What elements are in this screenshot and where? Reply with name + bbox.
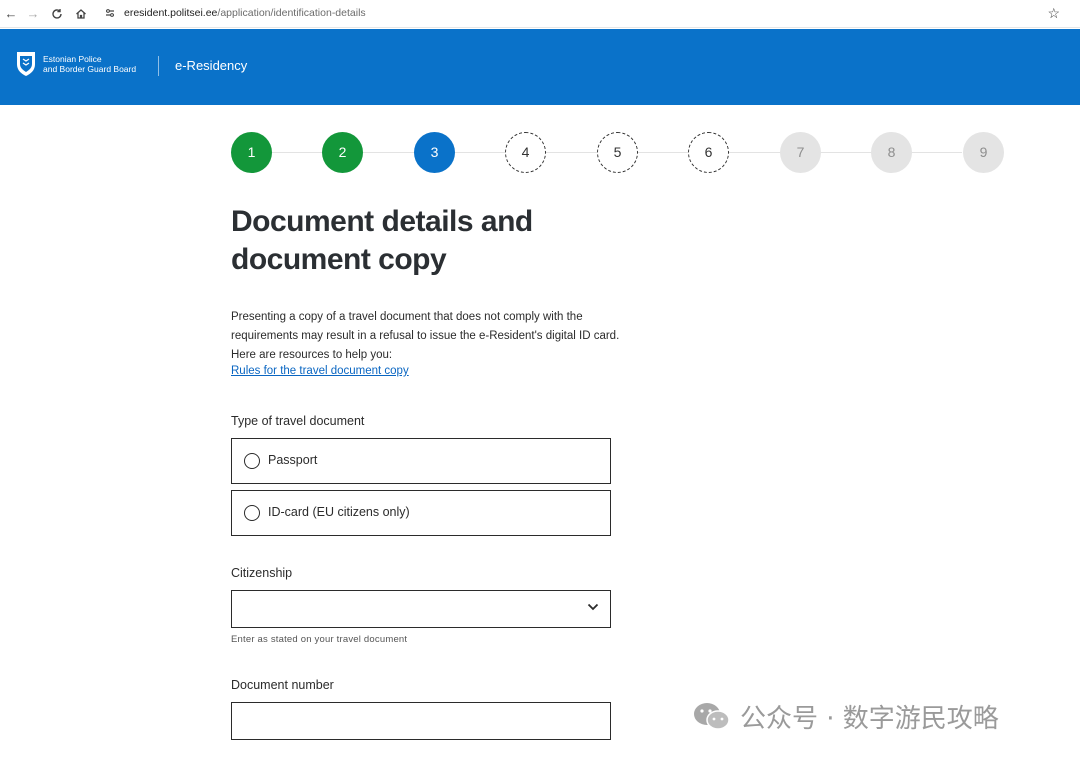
org-name[interactable]: Estonian Police and Border Guard Board — [43, 54, 136, 74]
step-6: 6 — [688, 132, 729, 173]
police-shield-logo-icon[interactable] — [15, 50, 37, 78]
passport-option[interactable]: Passport — [231, 438, 611, 484]
intro-line3: Here are resources to help you: — [231, 349, 393, 361]
home-icon[interactable] — [72, 5, 90, 23]
address-bar[interactable]: eresident.politsei.ee/application/identi… — [124, 7, 366, 19]
chevron-down-icon[interactable] — [586, 600, 600, 614]
url-domain: eresident.politsei.ee — [124, 7, 218, 19]
step-7: 7 — [780, 132, 821, 173]
browser-toolbar: ← → eresident.politsei.ee/application/id… — [0, 0, 1080, 28]
wechat-watermark: 公众号 · 数字游民攻略 — [692, 698, 999, 735]
watermark-text: 公众号 · 数字游民攻略 — [740, 704, 999, 734]
intro-line2: requirements may result in a refusal to … — [231, 330, 620, 342]
page-title-line2: document copy — [231, 243, 447, 276]
url-path: /application/identification-details — [217, 7, 366, 19]
page-title: Document details and document copy — [231, 203, 631, 279]
doc-type-label: Type of travel document — [231, 414, 365, 428]
site-header: Estonian Police and Border Guard Board e… — [0, 29, 1080, 105]
step-1[interactable]: 1 — [231, 132, 272, 173]
brand-link[interactable]: e-Residency — [175, 58, 247, 73]
page-title-line1: Document details and — [231, 205, 533, 238]
intro-line1: Presenting a copy of a travel document t… — [231, 311, 583, 323]
bookmark-star-icon[interactable]: ☆ — [1047, 5, 1060, 22]
wechat-logo-icon — [694, 702, 730, 730]
reload-icon[interactable] — [48, 5, 66, 23]
back-arrow-icon[interactable]: ← — [2, 5, 20, 23]
forward-arrow-icon[interactable]: → — [24, 5, 42, 23]
step-2[interactable]: 2 — [322, 132, 363, 173]
passport-option-label: Passport — [268, 453, 318, 467]
org-name-line2: and Border Guard Board — [43, 64, 137, 74]
id-card-option[interactable]: ID-card (EU citizens only) — [231, 490, 611, 536]
step-5: 5 — [597, 132, 638, 173]
rules-link[interactable]: Rules for the travel document copy — [231, 365, 409, 377]
doc-number-label: Document number — [231, 678, 334, 692]
step-9: 9 — [963, 132, 1004, 173]
step-4: 4 — [505, 132, 546, 173]
step-8: 8 — [871, 132, 912, 173]
citizenship-select[interactable] — [231, 590, 611, 628]
step-3[interactable]: 3 — [414, 132, 455, 173]
header-divider — [158, 56, 159, 76]
radio-circle-icon[interactable] — [244, 453, 260, 469]
id-card-option-label: ID-card (EU citizens only) — [268, 505, 410, 519]
citizenship-label: Citizenship — [231, 566, 293, 580]
org-name-line1: Estonian Police — [43, 54, 102, 64]
radio-circle-icon[interactable] — [244, 505, 260, 521]
site-settings-icon[interactable] — [104, 7, 116, 19]
doc-number-input[interactable] — [231, 702, 611, 740]
citizenship-hint: Enter as stated on your travel document — [231, 634, 408, 645]
intro-text: Presenting a copy of a travel document t… — [231, 308, 621, 365]
